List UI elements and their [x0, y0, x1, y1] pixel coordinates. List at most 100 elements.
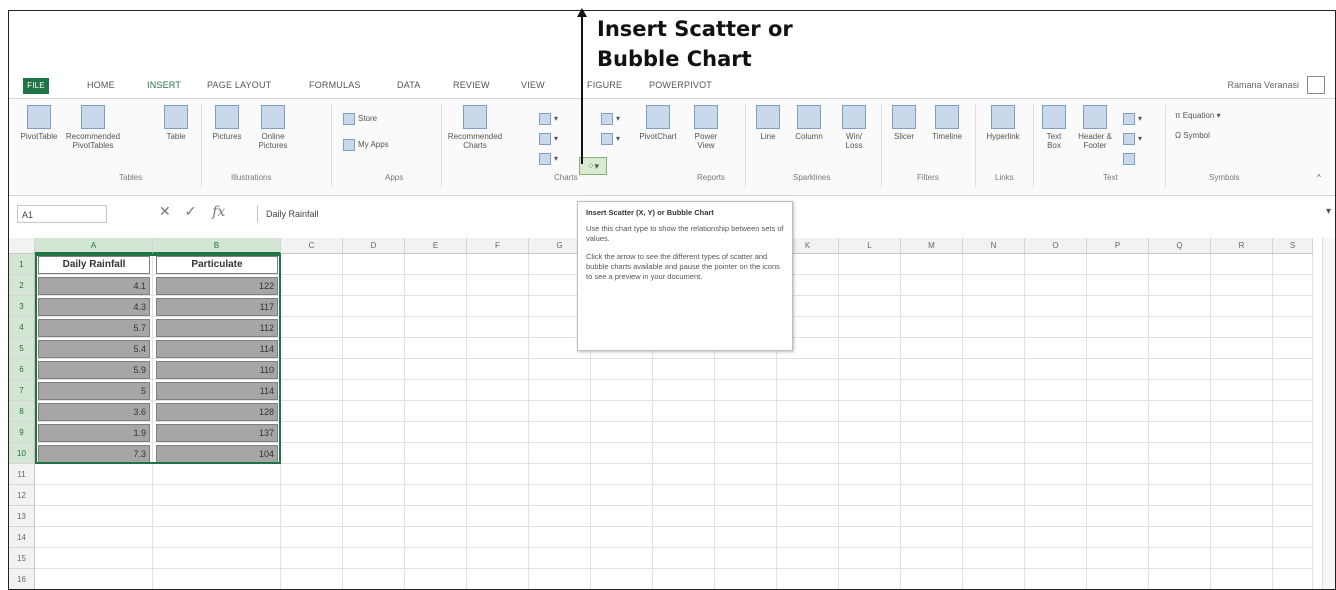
object-button[interactable]: [1123, 153, 1138, 165]
tab-file[interactable]: FILE: [23, 78, 49, 94]
cancel-icon[interactable]: ✕: [159, 203, 171, 219]
row-header[interactable]: 11: [9, 464, 35, 485]
text-box-button[interactable]: Text Box: [1039, 105, 1069, 150]
data-cell[interactable]: 7.3: [38, 445, 150, 463]
column-header[interactable]: M: [901, 238, 963, 254]
data-cell[interactable]: 5: [38, 382, 150, 400]
column-header[interactable]: Q: [1149, 238, 1211, 254]
row-header[interactable]: 15: [9, 548, 35, 569]
timeline-button[interactable]: Timeline: [927, 105, 967, 141]
row-header[interactable]: 8: [9, 401, 35, 422]
pictures-button[interactable]: Pictures: [207, 105, 247, 141]
hyperlink-button[interactable]: Hyperlink: [983, 105, 1023, 141]
pie-chart-button[interactable]: ▾: [539, 153, 558, 165]
area-chart-button[interactable]: ▾: [601, 133, 620, 145]
data-cell[interactable]: 110: [156, 361, 278, 379]
row-header[interactable]: 1: [9, 254, 35, 275]
data-cell[interactable]: 1.9: [38, 424, 150, 442]
header-cell[interactable]: Daily Rainfall: [38, 256, 150, 274]
column-header[interactable]: R: [1211, 238, 1273, 254]
sparkline-line-button[interactable]: Line: [753, 105, 783, 141]
user-avatar-icon[interactable]: [1307, 76, 1325, 94]
header-footer-button[interactable]: Header & Footer: [1073, 105, 1117, 150]
data-cell[interactable]: 137: [156, 424, 278, 442]
row-header[interactable]: 2: [9, 275, 35, 296]
slicer-button[interactable]: Slicer: [887, 105, 921, 141]
power-view-button[interactable]: Power View: [689, 105, 723, 150]
other-charts-button[interactable]: ▾: [601, 113, 620, 125]
online-pictures-button[interactable]: Online Pictures: [253, 105, 293, 150]
data-cell[interactable]: 4.3: [38, 298, 150, 316]
row-header[interactable]: 10: [9, 443, 35, 464]
row-header[interactable]: 4: [9, 317, 35, 338]
data-cell[interactable]: 114: [156, 340, 278, 358]
row-header[interactable]: 7: [9, 380, 35, 401]
tab-figure[interactable]: FIGURE: [587, 80, 622, 90]
scatter-chart-button[interactable]: ⁘▾: [579, 157, 607, 175]
row-header[interactable]: 3: [9, 296, 35, 317]
data-cell[interactable]: 5.7: [38, 319, 150, 337]
line-chart-button[interactable]: ▾: [539, 133, 558, 145]
data-cell[interactable]: 117: [156, 298, 278, 316]
sparkline-winloss-button[interactable]: Win/ Loss: [837, 105, 871, 150]
symbol-button[interactable]: Ω Symbol: [1175, 131, 1210, 140]
column-header[interactable]: E: [405, 238, 467, 254]
column-header[interactable]: P: [1087, 238, 1149, 254]
wordart-button[interactable]: ▾: [1123, 113, 1142, 125]
tab-view[interactable]: VIEW: [521, 80, 545, 90]
user-name[interactable]: Ramana Veranasi: [1227, 80, 1299, 90]
row-header[interactable]: 13: [9, 506, 35, 527]
data-cell[interactable]: 4.1: [38, 277, 150, 295]
tab-insert[interactable]: INSERT: [147, 80, 181, 90]
recommended-charts-button[interactable]: Recommended Charts: [447, 105, 503, 150]
column-header[interactable]: B: [153, 238, 281, 254]
data-cell[interactable]: 5.9: [38, 361, 150, 379]
column-header[interactable]: D: [343, 238, 405, 254]
tab-data[interactable]: DATA: [397, 80, 420, 90]
my-apps-button[interactable]: My Apps: [343, 139, 389, 151]
data-cell[interactable]: 128: [156, 403, 278, 421]
tab-powerpivot[interactable]: POWERPIVOT: [649, 80, 712, 90]
expand-formula-bar-icon[interactable]: ▾: [1326, 206, 1331, 217]
header-cell[interactable]: Particulate: [156, 256, 278, 274]
tooltip-title: Insert Scatter (X, Y) or Bubble Chart: [586, 208, 714, 217]
equation-button[interactable]: π Equation ▾: [1175, 111, 1221, 120]
table-button[interactable]: Table: [161, 105, 191, 141]
row-header[interactable]: 9: [9, 422, 35, 443]
data-cell[interactable]: 122: [156, 277, 278, 295]
data-cell[interactable]: 3.6: [38, 403, 150, 421]
column-header[interactable]: F: [467, 238, 529, 254]
store-button[interactable]: Store: [343, 113, 377, 125]
recommended-pivottables-button[interactable]: Recommended PivotTables: [65, 105, 121, 150]
column-header[interactable]: C: [281, 238, 343, 254]
sparkline-column-button[interactable]: Column: [789, 105, 829, 141]
signature-line-button[interactable]: ▾: [1123, 133, 1142, 145]
data-cell[interactable]: 5.4: [38, 340, 150, 358]
data-cell[interactable]: 104: [156, 445, 278, 463]
column-header[interactable]: S: [1273, 238, 1313, 254]
column-header[interactable]: N: [963, 238, 1025, 254]
name-box[interactable]: A1: [17, 205, 107, 223]
row-header[interactable]: 16: [9, 569, 35, 589]
pivotchart-button[interactable]: PivotChart: [635, 105, 681, 141]
enter-icon[interactable]: ✓: [185, 203, 197, 219]
pivottable-button[interactable]: PivotTable: [19, 105, 59, 141]
row-header[interactable]: 14: [9, 527, 35, 548]
column-header[interactable]: O: [1025, 238, 1087, 254]
data-cell[interactable]: 114: [156, 382, 278, 400]
tab-review[interactable]: REVIEW: [453, 80, 490, 90]
tab-home[interactable]: HOME: [87, 80, 115, 90]
select-all-corner[interactable]: [9, 238, 35, 254]
vertical-scrollbar[interactable]: [1322, 238, 1335, 589]
tab-page-layout[interactable]: PAGE LAYOUT: [207, 80, 271, 90]
collapse-ribbon-icon[interactable]: ^: [1317, 173, 1321, 182]
row-header[interactable]: 5: [9, 338, 35, 359]
insert-function-icon[interactable]: fx: [212, 204, 225, 220]
row-header[interactable]: 6: [9, 359, 35, 380]
column-header[interactable]: A: [35, 238, 153, 254]
row-header[interactable]: 12: [9, 485, 35, 506]
tab-formulas[interactable]: FORMULAS: [309, 80, 361, 90]
data-cell[interactable]: 112: [156, 319, 278, 337]
column-header[interactable]: L: [839, 238, 901, 254]
column-chart-button[interactable]: ▾: [539, 113, 558, 125]
